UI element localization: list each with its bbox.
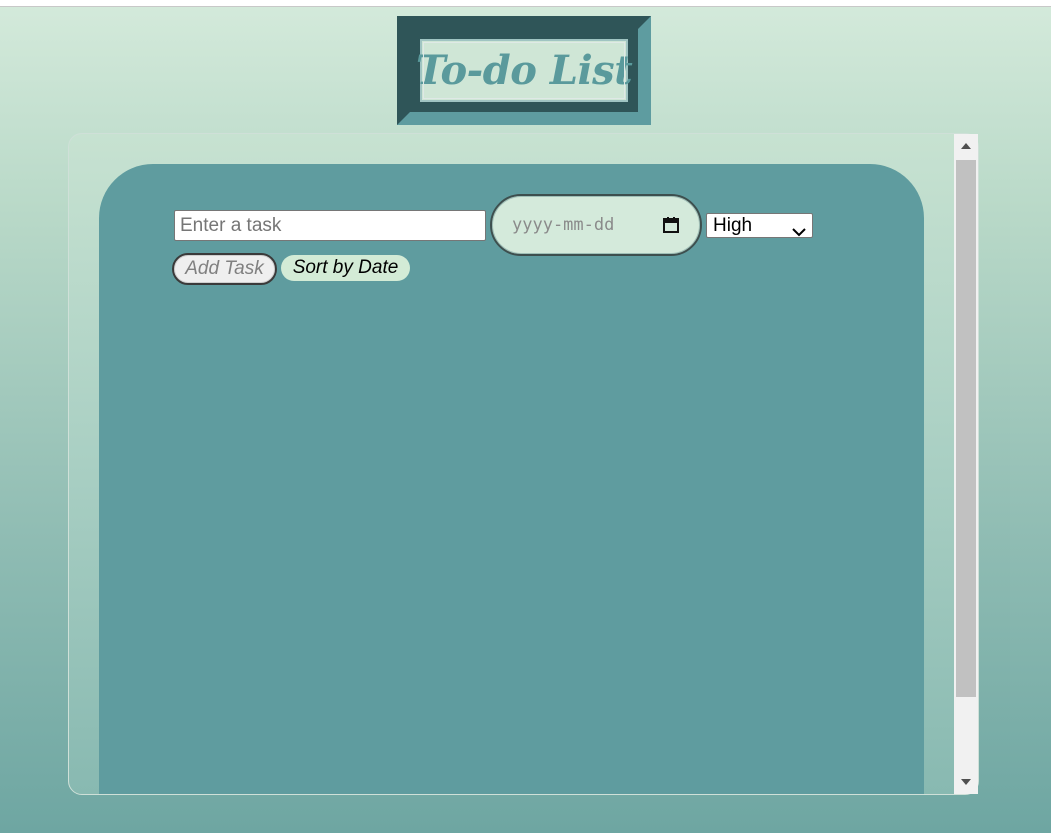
sort-by-date-button[interactable]: Sort by Date <box>281 255 410 281</box>
page-title: To-do List <box>415 47 633 94</box>
priority-select[interactable]: High <box>706 213 813 238</box>
calendar-icon[interactable] <box>662 216 680 234</box>
scrollbar[interactable] <box>954 134 978 794</box>
top-rule <box>0 0 1051 7</box>
task-input[interactable] <box>174 210 486 241</box>
date-placeholder: yyyy-mm-dd <box>512 215 615 235</box>
scroll-thumb[interactable] <box>956 160 976 697</box>
add-task-button[interactable]: Add Task <box>172 253 277 285</box>
todo-panel: yyyy-mm-dd High Add Task Sort by Date <box>99 164 924 794</box>
title-inner: To-do List <box>416 39 633 102</box>
scroll-up-arrow-icon[interactable] <box>954 134 978 158</box>
scroll-down-arrow-icon[interactable] <box>954 770 978 794</box>
priority-value: High <box>713 214 753 236</box>
due-date-input[interactable]: yyyy-mm-dd <box>490 194 702 256</box>
todo-container: yyyy-mm-dd High Add Task Sort by Date <box>68 133 979 795</box>
title-frame: To-do List <box>397 16 651 125</box>
chevron-down-icon <box>792 221 806 236</box>
